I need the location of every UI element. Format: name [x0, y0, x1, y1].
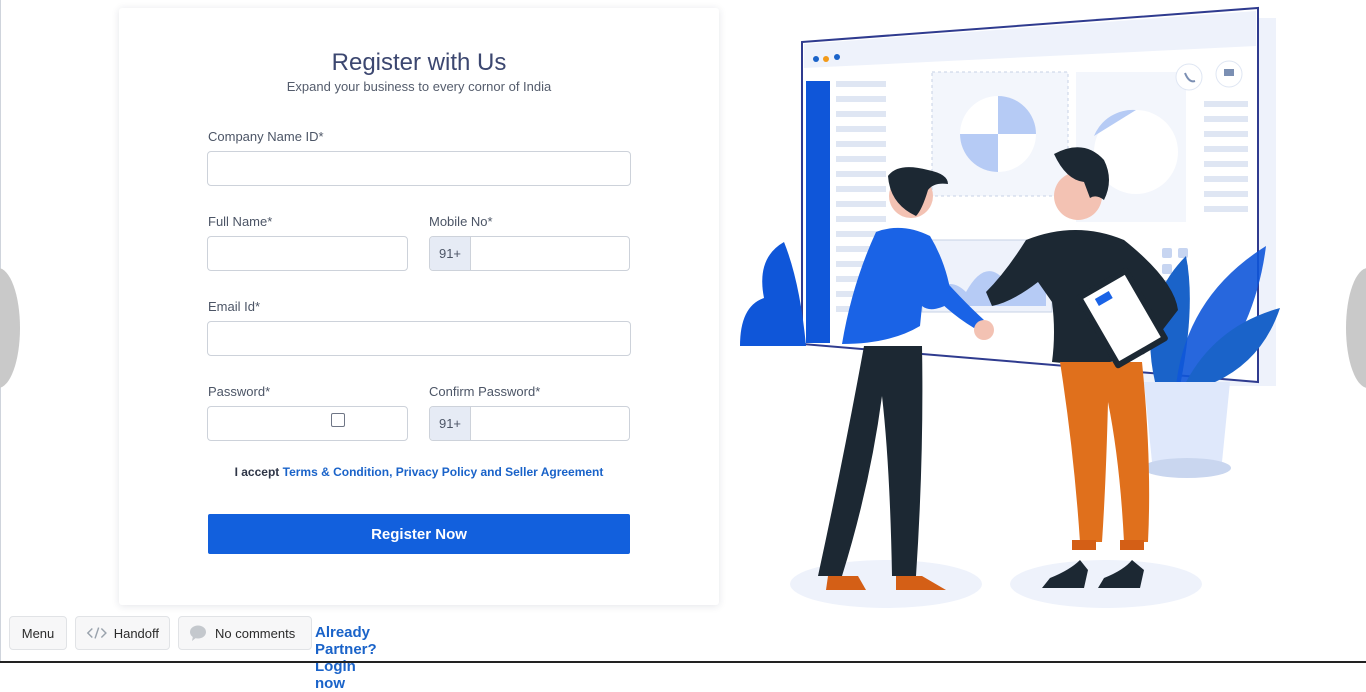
confirm-password-input[interactable]: 91+	[429, 406, 630, 441]
email-label: Email Id*	[208, 299, 261, 314]
comment-bubble-icon	[190, 625, 206, 641]
page-title: Register with Us	[331, 49, 507, 76]
password-input[interactable]	[207, 406, 408, 441]
mobile-input[interactable]: 91+	[429, 236, 630, 271]
email-input[interactable]	[207, 321, 631, 356]
handoff-button[interactable]: Handoff	[75, 616, 170, 650]
mobile-label: Mobile No*	[429, 214, 493, 229]
handshake-illustration	[740, 6, 1280, 608]
code-icon	[86, 627, 107, 639]
confirm-password-label: Confirm Password*	[429, 384, 541, 399]
company-name-label: Company Name ID*	[208, 129, 324, 144]
show-password-checkbox[interactable]	[331, 413, 345, 427]
comments-label: No comments	[215, 625, 296, 641]
handoff-label: Handoff	[113, 625, 159, 641]
register-button[interactable]: Register Now	[208, 514, 630, 554]
password-label: Password*	[208, 384, 271, 399]
terms-text: I accept Terms & Condition, Privacy Poli…	[119, 465, 719, 479]
register-card: Register with Us Expand your business to…	[119, 8, 719, 605]
comments-button[interactable]: No comments	[178, 616, 312, 650]
company-name-input[interactable]	[207, 151, 631, 186]
carousel-prev-handle[interactable]	[0, 268, 20, 388]
mobile-country-code: 91+	[430, 237, 471, 270]
terms-prefix: I accept	[234, 465, 283, 479]
page-subtitle: Expand your business to every cornor of …	[286, 79, 552, 94]
terms-link[interactable]: Terms & Condition, Privacy Policy and Se…	[283, 465, 604, 479]
menu-label: Menu	[21, 625, 55, 641]
menu-button[interactable]: Menu	[9, 616, 67, 650]
login-link[interactable]: Already Partner? Login now	[315, 624, 377, 692]
full-name-label: Full Name*	[208, 214, 273, 229]
confirm-prefix: 91+	[430, 407, 471, 440]
full-name-input[interactable]	[207, 236, 408, 271]
carousel-next-handle[interactable]	[1346, 268, 1366, 388]
